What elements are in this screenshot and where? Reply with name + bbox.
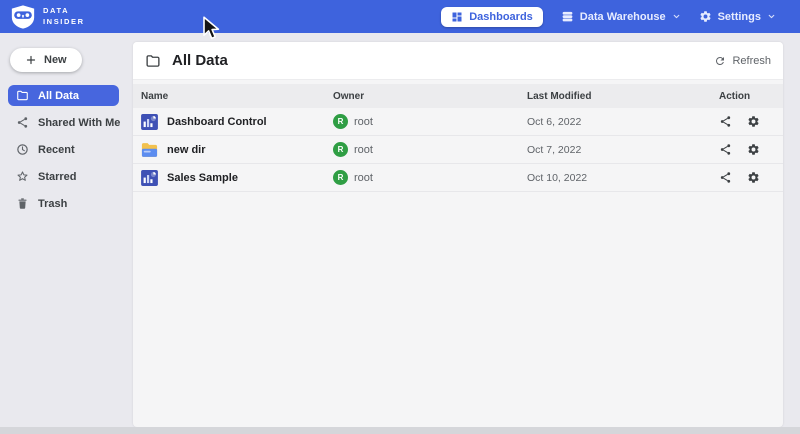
- nav-settings-button[interactable]: Settings: [699, 10, 776, 23]
- row-modified: Oct 10, 2022: [527, 172, 587, 184]
- new-button[interactable]: New: [10, 48, 82, 72]
- last-modified-cell: Oct 6, 2022: [527, 116, 719, 128]
- refresh-icon: [714, 55, 726, 67]
- table-row[interactable]: new dir R root Oct 7, 2022: [133, 136, 783, 164]
- owner-avatar-initial: R: [338, 145, 344, 154]
- nav-settings-label: Settings: [718, 11, 761, 23]
- chevron-down-icon: [767, 12, 776, 21]
- brand-line2: INSIDER: [43, 17, 85, 27]
- owner-name: root: [354, 172, 373, 184]
- nav-data-warehouse-button[interactable]: Data Warehouse: [561, 10, 681, 23]
- folder-icon: [145, 53, 161, 69]
- column-header-name: Name: [141, 91, 333, 102]
- dashboard-file-icon: [141, 170, 158, 186]
- table-row[interactable]: Dashboard Control R root Oct 6, 2022: [133, 108, 783, 136]
- last-modified-cell: Oct 7, 2022: [527, 144, 719, 156]
- star-icon: [16, 170, 29, 183]
- folder-icon: [16, 89, 29, 102]
- share-icon: [719, 143, 732, 156]
- owner-avatar-initial: R: [338, 173, 344, 182]
- gear-icon: [747, 171, 760, 184]
- owner-name: root: [354, 144, 373, 156]
- owner-cell: R root: [333, 142, 527, 157]
- row-settings-button[interactable]: [747, 143, 760, 156]
- owner-avatar: R: [333, 114, 348, 129]
- brand-line1: DATA: [43, 6, 85, 16]
- action-cell: [719, 171, 775, 184]
- row-name[interactable]: Dashboard Control: [167, 116, 267, 128]
- owner-avatar: R: [333, 170, 348, 185]
- nav-data-warehouse-label: Data Warehouse: [580, 11, 666, 23]
- brand: DATA INSIDER: [10, 4, 85, 30]
- row-settings-button[interactable]: [747, 171, 760, 184]
- name-cell: Sales Sample: [141, 170, 333, 186]
- share-button[interactable]: [719, 143, 732, 156]
- clock-icon: [16, 143, 29, 156]
- nav-dashboards-button[interactable]: Dashboards: [441, 7, 543, 27]
- row-modified: Oct 7, 2022: [527, 144, 581, 156]
- share-icon: [16, 116, 29, 129]
- owl-logo-icon: [10, 4, 36, 30]
- refresh-label: Refresh: [732, 55, 771, 67]
- action-cell: [719, 143, 775, 156]
- column-header-action: Action: [719, 91, 775, 102]
- last-modified-cell: Oct 10, 2022: [527, 172, 719, 184]
- top-nav: Dashboards Data Warehouse Settings: [441, 7, 776, 27]
- sidebar-item-label: Recent: [38, 144, 75, 156]
- sidebar-item-starred[interactable]: Starred: [8, 166, 119, 187]
- sidebar-item-label: All Data: [38, 90, 79, 102]
- row-settings-button[interactable]: [747, 115, 760, 128]
- owner-cell: R root: [333, 114, 527, 129]
- new-button-label: New: [44, 54, 67, 66]
- name-cell: new dir: [141, 142, 333, 158]
- share-button[interactable]: [719, 115, 732, 128]
- bottom-strip: [0, 427, 800, 434]
- sidebar: New All Data Shared With Me Recent Starr…: [0, 33, 127, 427]
- main-panel: All Data Refresh Name Owner Last Modifie…: [133, 42, 783, 427]
- table-row[interactable]: Sales Sample R root Oct 10, 2022: [133, 164, 783, 192]
- chevron-down-icon: [672, 12, 681, 21]
- folder-file-icon: [141, 142, 158, 158]
- topbar: DATA INSIDER Dashboards Data Warehouse S…: [0, 0, 800, 33]
- sidebar-item-label: Trash: [38, 198, 67, 210]
- sidebar-item-recent[interactable]: Recent: [8, 139, 119, 160]
- row-modified: Oct 6, 2022: [527, 116, 581, 128]
- page-title: All Data: [172, 52, 228, 69]
- gear-icon: [747, 143, 760, 156]
- dashboard-file-icon: [141, 114, 158, 130]
- sidebar-item-label: Shared With Me: [38, 117, 120, 129]
- sidebar-item-label: Starred: [38, 171, 77, 183]
- owner-avatar: R: [333, 142, 348, 157]
- plus-icon: [25, 54, 37, 66]
- app-window: DATA INSIDER Dashboards Data Warehouse S…: [0, 0, 800, 434]
- owner-avatar-initial: R: [338, 117, 344, 126]
- database-icon: [561, 10, 574, 23]
- owner-cell: R root: [333, 170, 527, 185]
- share-button[interactable]: [719, 171, 732, 184]
- column-header-owner: Owner: [333, 91, 527, 102]
- gear-icon: [747, 115, 760, 128]
- sidebar-item-all-data[interactable]: All Data: [8, 85, 119, 106]
- owner-name: root: [354, 116, 373, 128]
- row-name[interactable]: new dir: [167, 144, 206, 156]
- sidebar-item-trash[interactable]: Trash: [8, 193, 119, 214]
- dashboards-icon: [451, 11, 463, 23]
- sidebar-menu: All Data Shared With Me Recent Starred T…: [0, 85, 127, 214]
- action-cell: [719, 115, 775, 128]
- brand-text: DATA INSIDER: [43, 6, 85, 26]
- trash-icon: [16, 197, 29, 210]
- row-name[interactable]: Sales Sample: [167, 172, 238, 184]
- main-header: All Data Refresh: [133, 42, 783, 80]
- sidebar-item-shared-with-me[interactable]: Shared With Me: [8, 112, 119, 133]
- column-header-last-modified: Last Modified: [527, 91, 719, 102]
- nav-dashboards-label: Dashboards: [469, 11, 533, 23]
- name-cell: Dashboard Control: [141, 114, 333, 130]
- table-header: Name Owner Last Modified Action: [133, 84, 783, 108]
- share-icon: [719, 171, 732, 184]
- gear-icon: [699, 10, 712, 23]
- share-icon: [719, 115, 732, 128]
- table-body: Dashboard Control R root Oct 6, 2022: [133, 108, 783, 192]
- refresh-button[interactable]: Refresh: [714, 55, 771, 67]
